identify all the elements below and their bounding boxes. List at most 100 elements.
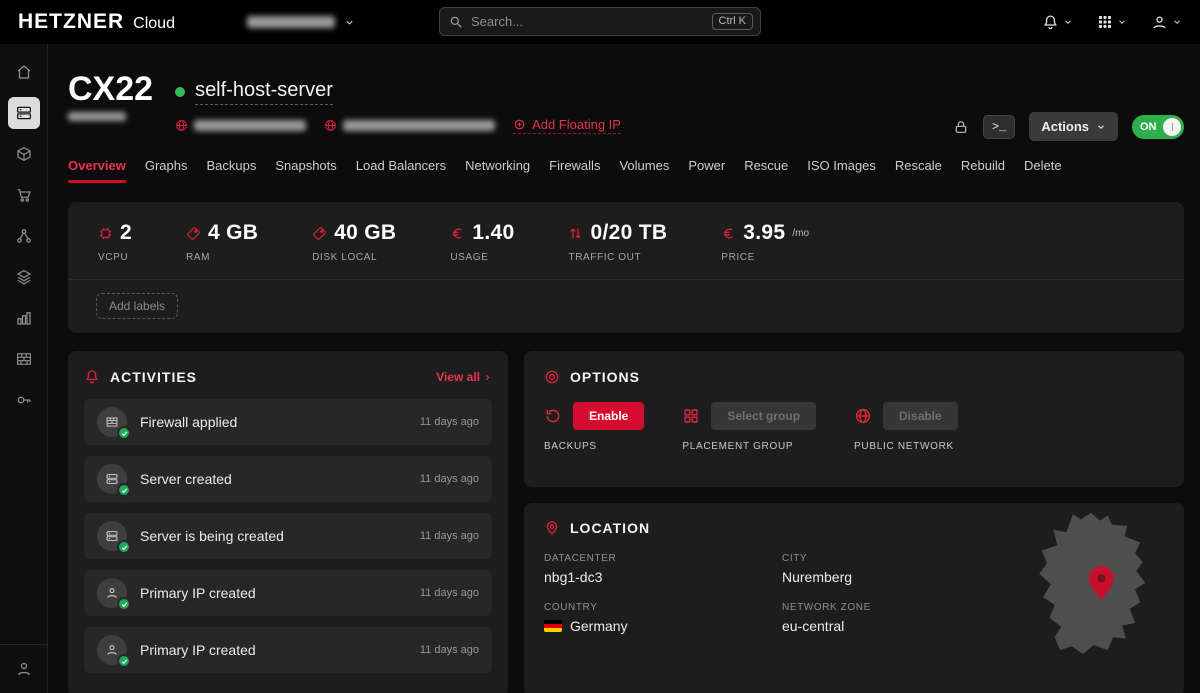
- select-placement-group-button[interactable]: Select group: [711, 402, 816, 430]
- sidebar-item-servers[interactable]: [8, 97, 40, 129]
- field-value: Germany: [570, 618, 628, 634]
- global-search[interactable]: Ctrl K: [439, 7, 761, 36]
- add-floating-ip-link[interactable]: Add Floating IP: [513, 117, 621, 134]
- disable-public-network-button[interactable]: Disable: [883, 402, 958, 430]
- option-label: BACKUPS: [544, 441, 644, 452]
- location-card: LOCATION DATACENTER nbg1-dc3 CITY Nuremb…: [524, 503, 1184, 693]
- tab-iso-images[interactable]: ISO Images: [807, 158, 876, 176]
- activity-row[interactable]: Server created 11 days ago: [84, 456, 492, 502]
- tab-rebuild[interactable]: Rebuild: [961, 158, 1005, 176]
- option-label: PUBLIC NETWORK: [854, 441, 958, 452]
- stat-vcpu: 2 VCPU: [98, 221, 132, 263]
- activity-row[interactable]: Primary IP created 11 days ago: [84, 570, 492, 616]
- activity-list: Firewall applied 11 days ago Server crea…: [84, 399, 492, 673]
- redacted-project-name: [247, 16, 335, 28]
- tab-volumes[interactable]: Volumes: [619, 158, 669, 176]
- tab-delete[interactable]: Delete: [1024, 158, 1062, 176]
- target-icon: [544, 369, 560, 385]
- activities-card: ACTIVITIES View all Firewall applied 11 …: [68, 351, 508, 693]
- globe-icon: [175, 119, 188, 132]
- view-all-label: View all: [436, 370, 480, 384]
- check-badge-icon: [117, 426, 131, 440]
- chevron-down-icon: [1063, 17, 1073, 27]
- sidebar-item-load-balancers[interactable]: [8, 261, 40, 293]
- check-badge-icon: [117, 597, 131, 611]
- stat-value: 0/20 TB: [590, 221, 667, 245]
- search-input[interactable]: [471, 14, 704, 29]
- activity-row[interactable]: Firewall applied 11 days ago: [84, 399, 492, 445]
- activity-row[interactable]: Primary IP created 11 days ago: [84, 627, 492, 673]
- field-label: COUNTRY: [544, 602, 782, 613]
- field-label: NETWORK ZONE: [782, 602, 1014, 613]
- globe-icon: [324, 119, 337, 132]
- search-icon: [449, 15, 463, 29]
- check-badge-icon: [117, 540, 131, 554]
- tab-firewalls[interactable]: Firewalls: [549, 158, 600, 176]
- tab-overview[interactable]: Overview: [68, 158, 126, 176]
- germany-flag-icon: [544, 620, 562, 632]
- tab-load-balancers[interactable]: Load Balancers: [356, 158, 446, 176]
- ipv4-item: [175, 119, 306, 132]
- stat-traffic: 0/20 TB TRAFFIC OUT: [568, 221, 667, 263]
- primary-ip-activity-icon: [97, 578, 127, 608]
- stat-value: 2: [120, 221, 132, 245]
- console-button[interactable]: >_: [983, 115, 1015, 139]
- activity-row[interactable]: Server is being created 11 days ago: [84, 513, 492, 559]
- check-badge-icon: [117, 483, 131, 497]
- server-tabs: Overview Graphs Backups Snapshots Load B…: [68, 158, 1184, 176]
- sidebar-item-security[interactable]: [8, 384, 40, 416]
- lock-icon[interactable]: [953, 119, 969, 135]
- bell-icon: [1042, 14, 1059, 31]
- floating-ip-icon: [513, 118, 526, 131]
- key-icon: [15, 391, 33, 409]
- labels-section: Add labels: [68, 279, 1184, 333]
- server-name[interactable]: self-host-server: [195, 79, 333, 105]
- stat-label: VCPU: [98, 252, 132, 263]
- sidebar-item-firewalls[interactable]: [8, 343, 40, 375]
- brand[interactable]: HETZNER Cloud: [18, 10, 175, 34]
- ram-icon: [186, 226, 201, 241]
- field-country: COUNTRY Germany: [544, 602, 782, 634]
- tab-power[interactable]: Power: [688, 158, 725, 176]
- tab-rescale[interactable]: Rescale: [895, 158, 942, 176]
- chevron-down-icon: [344, 17, 355, 28]
- tab-graphs[interactable]: Graphs: [145, 158, 188, 176]
- chevron-down-icon: [1172, 17, 1182, 27]
- ipv6-item: [324, 119, 495, 132]
- stat-suffix: /mo: [792, 228, 809, 239]
- field-value: Nuremberg: [782, 569, 1014, 585]
- tab-networking[interactable]: Networking: [465, 158, 530, 176]
- primary-ip-activity-icon: [97, 635, 127, 665]
- toggle-knob: [1163, 118, 1181, 136]
- tab-rescue[interactable]: Rescue: [744, 158, 788, 176]
- tab-snapshots[interactable]: Snapshots: [275, 158, 336, 176]
- tab-backups[interactable]: Backups: [206, 158, 256, 176]
- actions-button[interactable]: Actions: [1029, 112, 1118, 141]
- firewall-activity-icon: [97, 407, 127, 437]
- check-badge-icon: [117, 654, 131, 668]
- apps-menu[interactable]: [1097, 14, 1127, 30]
- sidebar-item-home[interactable]: [8, 56, 40, 88]
- sidebar-item-networks[interactable]: [8, 220, 40, 252]
- notifications-menu[interactable]: [1042, 14, 1073, 31]
- bar-chart-icon: [15, 309, 33, 327]
- brick-wall-icon: [15, 350, 33, 368]
- user-menu[interactable]: [1151, 14, 1182, 31]
- view-all-link[interactable]: View all: [436, 370, 492, 384]
- cpu-icon: [98, 226, 113, 241]
- sidebar-item-marketplace[interactable]: [8, 179, 40, 211]
- sidebar-bottom: [0, 644, 47, 693]
- stat-label: PRICE: [721, 252, 809, 263]
- sidebar-item-support[interactable]: [8, 653, 40, 685]
- add-labels-button[interactable]: Add labels: [96, 293, 178, 319]
- sidebar-item-images[interactable]: [8, 138, 40, 170]
- activity-time: 11 days ago: [420, 530, 479, 542]
- enable-backups-button[interactable]: Enable: [573, 402, 644, 430]
- power-toggle[interactable]: ON: [1132, 115, 1184, 139]
- server-activity-icon: [97, 521, 127, 551]
- actions-label: Actions: [1041, 119, 1089, 134]
- search-shortcut-badge: Ctrl K: [712, 13, 754, 30]
- project-selector[interactable]: [247, 16, 355, 28]
- sidebar-item-metrics[interactable]: [8, 302, 40, 334]
- traffic-arrows-icon: [568, 226, 583, 241]
